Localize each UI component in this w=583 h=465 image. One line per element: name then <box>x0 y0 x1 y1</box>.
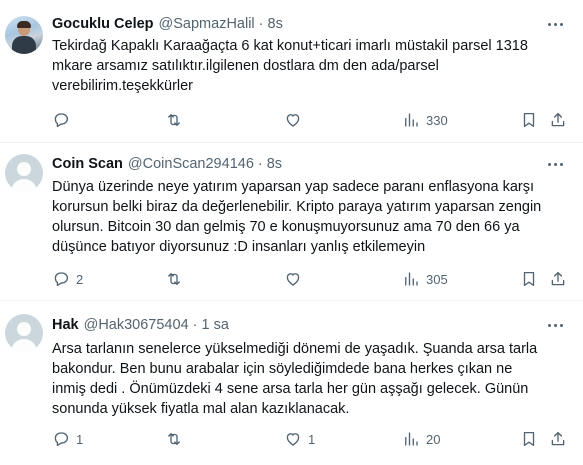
author-handle[interactable]: @CoinScan294146 <box>128 156 254 172</box>
views-icon <box>405 432 418 446</box>
reply-button[interactable]: 2 <box>52 269 83 289</box>
like-icon <box>286 273 300 286</box>
share-button[interactable] <box>549 110 567 130</box>
bookmark-icon <box>523 271 535 287</box>
separator-dot: · <box>192 317 198 333</box>
bookmark-icon <box>523 431 535 447</box>
avatar[interactable] <box>5 314 43 352</box>
author-handle[interactable]: @Hak30675404 <box>84 317 189 333</box>
like-button[interactable] <box>284 110 308 130</box>
timestamp[interactable]: 1 sa <box>201 317 228 333</box>
reply-count: 1 <box>76 431 84 447</box>
reply-icon <box>54 432 69 447</box>
reply-count: 2 <box>76 271 84 287</box>
tweet[interactable]: Hak @Hak30675404 · 1 sa Arsa tarlanın se… <box>0 301 583 465</box>
reply-icon <box>54 113 69 128</box>
reply-icon <box>54 272 69 287</box>
tweet-header: Coin Scan @CoinScan294146 · 8s <box>52 154 543 174</box>
more-icon[interactable] <box>543 14 567 34</box>
timeline-feed: Gocuklu Celep @SapmazHalil · 8s Tekirdağ… <box>0 0 583 465</box>
views-icon <box>405 113 418 127</box>
separator-dot: · <box>257 156 263 172</box>
share-button[interactable] <box>549 429 567 449</box>
avatar[interactable] <box>5 16 43 54</box>
avatar[interactable] <box>5 154 43 192</box>
tweet-header: Hak @Hak30675404 · 1 sa <box>52 315 543 335</box>
bookmark-icon <box>523 112 535 128</box>
views-count: 305 <box>426 271 448 287</box>
views-button[interactable]: 305 <box>402 269 448 289</box>
retweet-button[interactable] <box>165 269 189 289</box>
tweet[interactable]: Coin Scan @CoinScan294146 · 8s Dünya üze… <box>0 143 583 301</box>
more-icon[interactable] <box>543 315 567 335</box>
like-button[interactable]: 1 <box>284 429 315 449</box>
like-icon <box>286 114 300 127</box>
views-count: 20 <box>426 431 441 447</box>
bookmark-button[interactable] <box>520 429 538 449</box>
views-icon <box>405 272 418 286</box>
tweet-header: Gocuklu Celep @SapmazHalil · 8s <box>52 14 543 34</box>
timestamp[interactable]: 8s <box>268 16 283 32</box>
tweet-text: Dünya üzerinde neye yatırım yaparsan yap… <box>52 179 542 255</box>
like-count: 1 <box>308 431 316 447</box>
retweet-icon <box>168 114 180 126</box>
tweet[interactable]: Gocuklu Celep @SapmazHalil · 8s Tekirdağ… <box>0 0 583 143</box>
author-name[interactable]: Coin Scan <box>52 156 123 172</box>
share-icon <box>551 271 565 286</box>
views-button[interactable]: 20 <box>402 429 440 449</box>
views-button[interactable]: 330 <box>402 110 448 130</box>
share-button[interactable] <box>549 269 567 289</box>
reply-button[interactable] <box>52 110 76 130</box>
retweet-button[interactable] <box>165 429 189 449</box>
share-icon <box>551 431 565 446</box>
tweet-actions: 2 305 <box>52 269 577 289</box>
tweet-actions: 330 <box>52 110 577 130</box>
like-button[interactable] <box>284 269 308 289</box>
timestamp[interactable]: 8s <box>267 156 282 172</box>
tweet-actions: 1 1 20 <box>52 429 577 449</box>
tweet-text: Tekirdağ Kapaklı Karaağaçta 6 kat konut+… <box>52 38 528 94</box>
more-icon[interactable] <box>543 154 567 174</box>
reply-button[interactable]: 1 <box>52 429 83 449</box>
retweet-icon <box>168 433 180 445</box>
separator-dot: · <box>258 16 264 32</box>
author-handle[interactable]: @SapmazHalil <box>159 16 255 32</box>
author-name[interactable]: Hak <box>52 317 79 333</box>
bookmark-button[interactable] <box>520 110 538 130</box>
share-icon <box>551 112 565 127</box>
bookmark-button[interactable] <box>520 269 538 289</box>
author-name[interactable]: Gocuklu Celep <box>52 16 154 32</box>
retweet-icon <box>168 273 180 285</box>
retweet-button[interactable] <box>165 110 189 130</box>
like-icon <box>286 433 300 446</box>
views-count: 330 <box>426 112 448 128</box>
tweet-text: Arsa tarlanın senelerce yükselmediği dön… <box>52 341 538 417</box>
